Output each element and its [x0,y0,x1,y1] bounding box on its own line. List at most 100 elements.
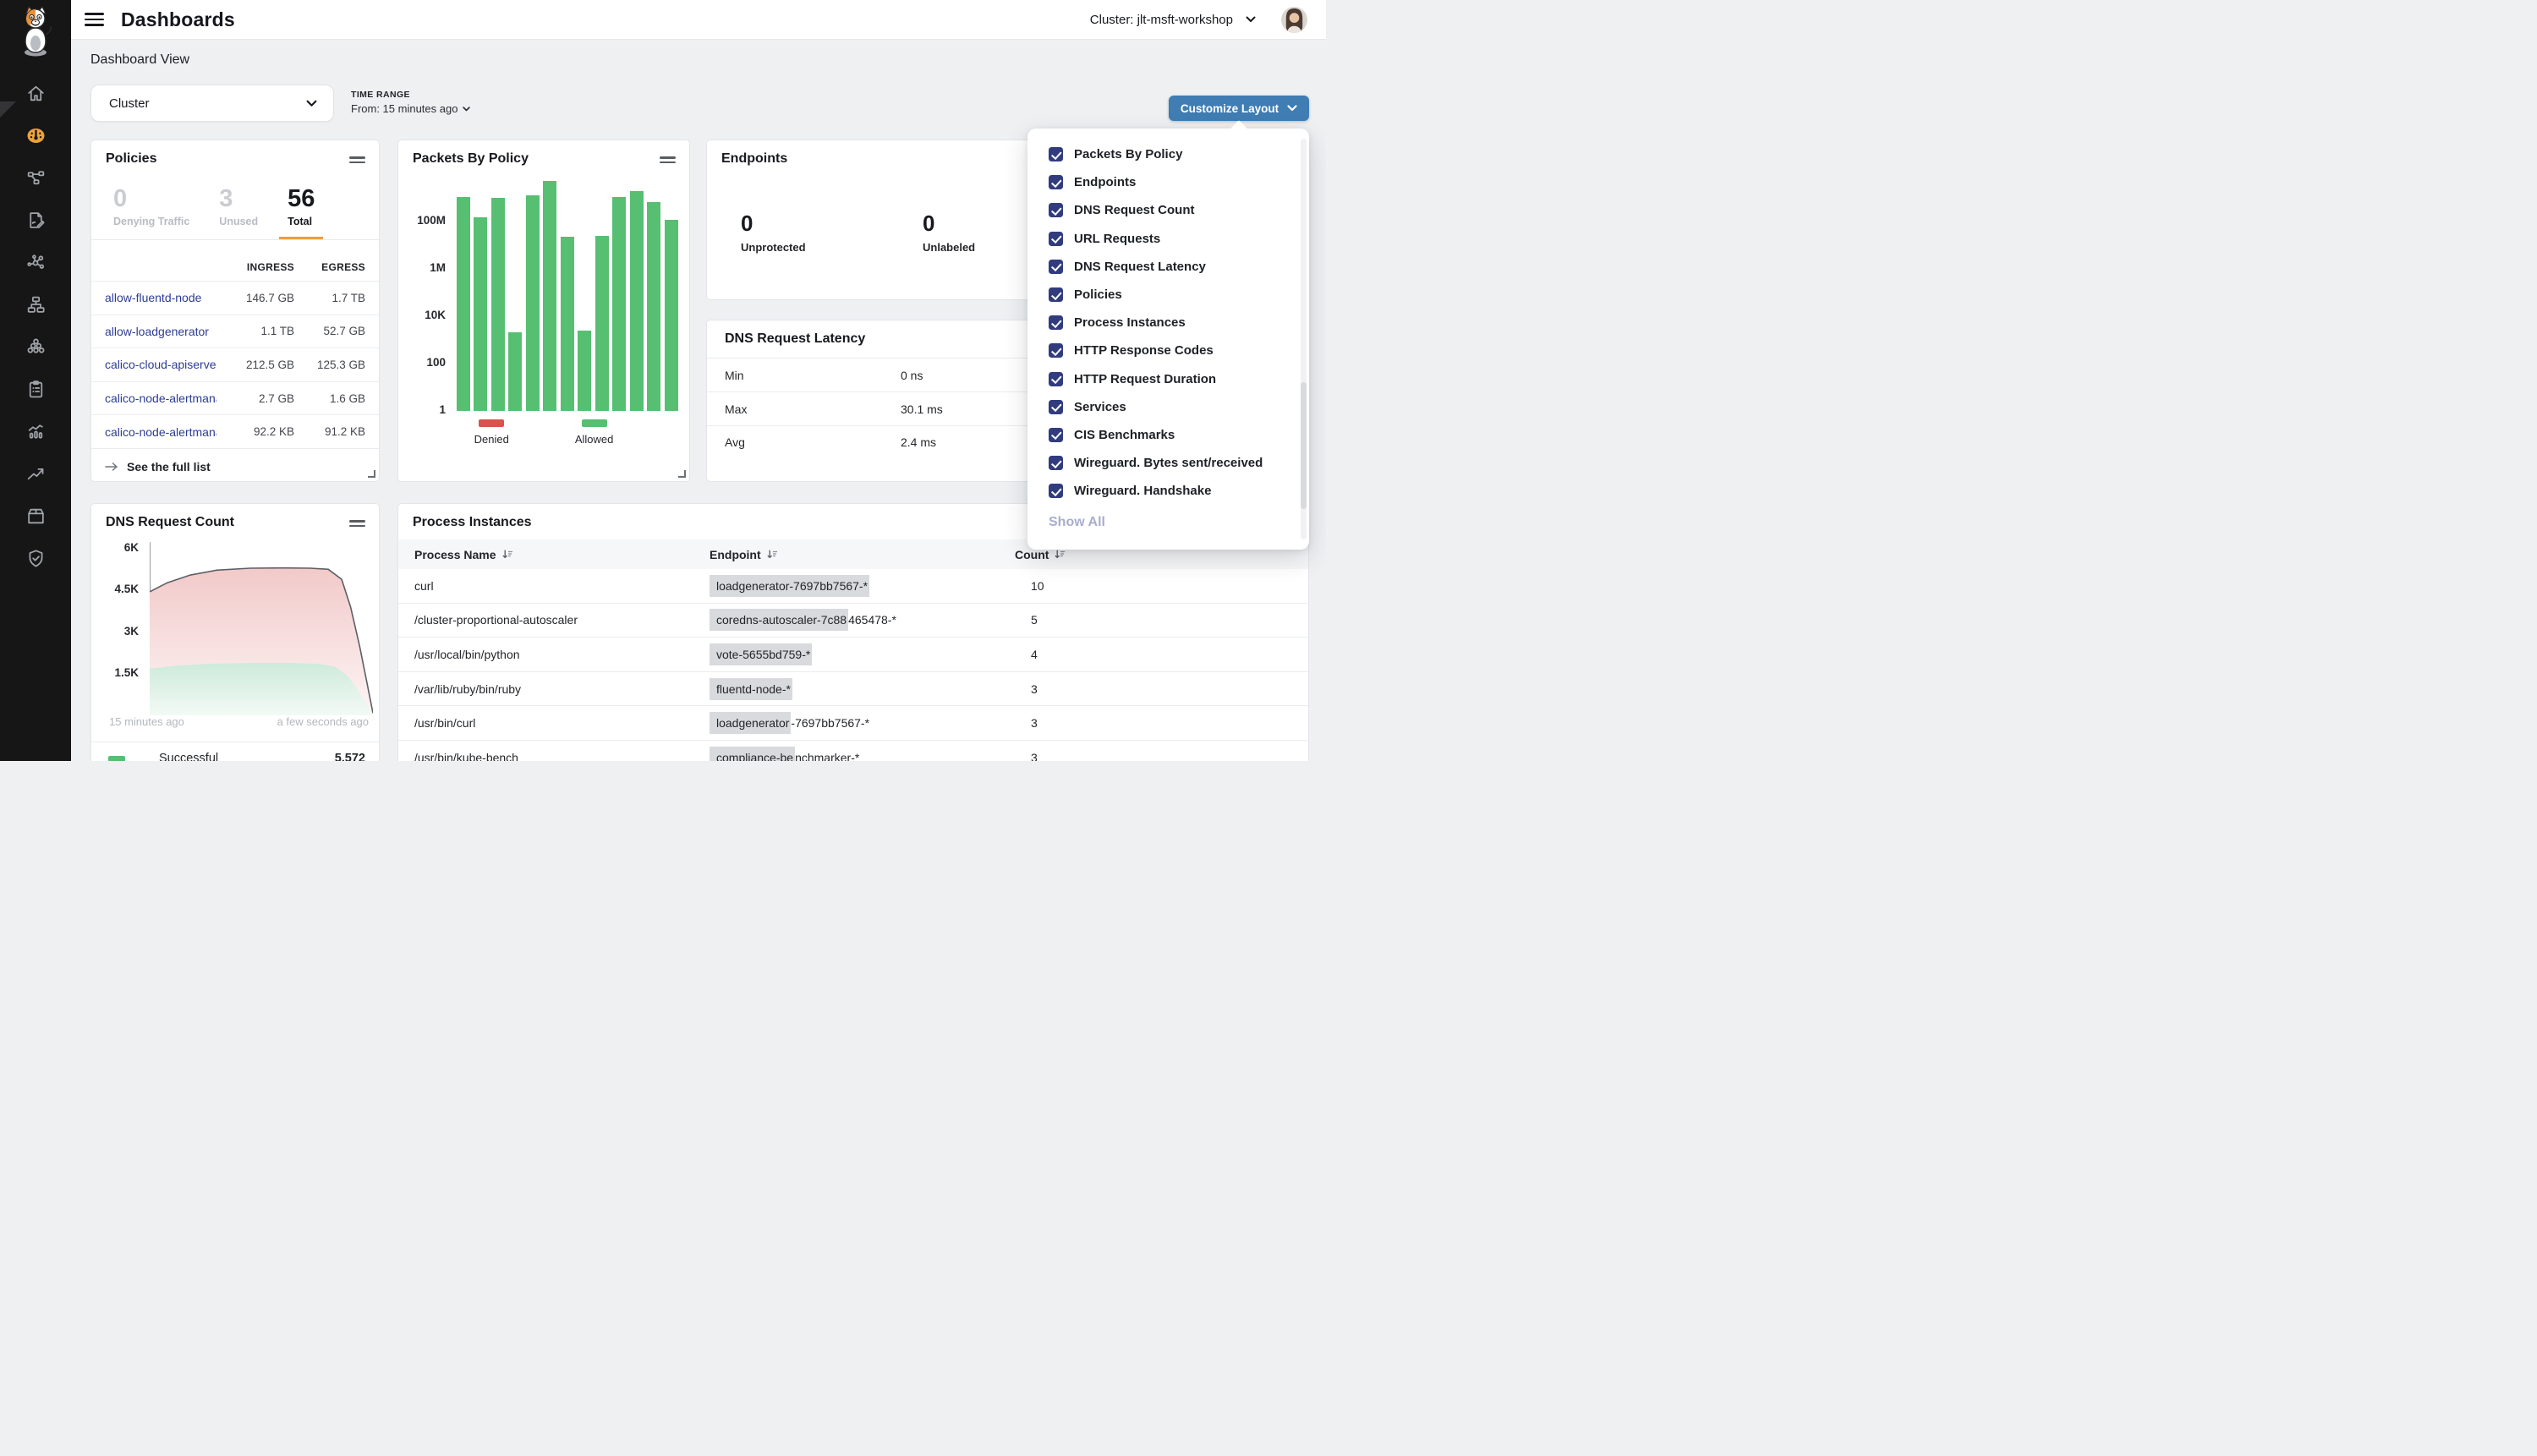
policy-name-link[interactable]: allow-loadgenerator [105,325,216,338]
bar-allowed[interactable] [595,236,609,411]
policies-stat-tab-total[interactable]: 56Total [279,186,323,239]
menu-item-process-instances[interactable]: Process Instances [1027,309,1309,337]
sidebar-item-service-graph[interactable] [0,241,71,283]
menu-item-policies[interactable]: Policies [1027,281,1309,309]
endpoint-highlight: coredns-autoscaler-7c88 [710,609,848,631]
checkbox-checked-icon[interactable] [1049,400,1063,414]
column-header-endpoint[interactable]: Endpoint [705,548,1012,561]
sidebar-item-security[interactable] [0,537,71,579]
bar-allowed[interactable] [647,202,660,411]
menu-item-wireguard-handshake[interactable]: Wireguard. Handshake [1027,477,1309,505]
menu-item-url-requests[interactable]: URL Requests [1027,225,1309,253]
dashboard-view-selector[interactable]: Cluster [90,85,334,122]
menu-item-label: HTTP Response Codes [1074,343,1214,358]
bar-allowed[interactable] [561,237,574,411]
checkbox-checked-icon[interactable] [1049,456,1063,470]
sidebar-item-home[interactable] [0,72,71,114]
endpoint-highlight: compliance-be [710,747,795,761]
sidebar-item-topology[interactable] [0,156,71,199]
legend-value: 5,572 [335,752,365,761]
menu-scrollbar-thumb[interactable] [1301,382,1307,509]
endpoint-rest: 465478-* [848,609,896,631]
bar-allowed[interactable] [457,197,470,411]
checkbox-checked-icon[interactable] [1049,175,1063,189]
menu-item-label: Packets By Policy [1074,147,1182,161]
user-avatar[interactable] [1281,7,1307,33]
menu-item-services[interactable]: Services [1027,393,1309,421]
sidebar-item-trends[interactable] [0,452,71,495]
checkbox-checked-icon[interactable] [1049,232,1063,246]
checkbox-checked-icon[interactable] [1049,372,1063,386]
home-icon [25,83,47,104]
trend-up-icon [25,463,47,484]
stat-label: Unlabeled [923,241,975,254]
policy-name-link[interactable]: allow-fluentd-node [105,291,216,304]
policies-stat-tab-unused[interactable]: 3Unused [211,186,266,239]
endpoint-cell: fluentd-node-* [705,678,1012,700]
time-range-selector[interactable]: From: 15 minutes ago [351,102,470,115]
gauge-icon [25,125,47,146]
policy-name-link[interactable]: calico-cloud-apiserver-… [105,358,216,371]
sidebar-item-images[interactable] [0,495,71,537]
stat-value: 3 [219,186,258,211]
menu-item-wireguard-bytes-sent-received[interactable]: Wireguard. Bytes sent/received [1027,449,1309,477]
checkbox-checked-icon[interactable] [1049,343,1063,358]
column-header-process-name[interactable]: Process Name [398,548,705,561]
count-value: 3 [1012,682,1038,696]
checkbox-checked-icon[interactable] [1049,484,1063,498]
bar-allowed[interactable] [630,191,644,411]
menu-item-http-response-codes[interactable]: HTTP Response Codes [1027,337,1309,364]
column-header-ingress[interactable]: INGRESS [216,261,294,273]
egress-value: 125.3 GB [294,359,365,371]
bar-allowed[interactable] [526,195,540,411]
checkbox-checked-icon[interactable] [1049,147,1063,161]
drag-handle-icon[interactable] [349,156,365,167]
bar-allowed[interactable] [474,217,487,411]
legend-swatch [582,419,607,427]
bar-allowed[interactable] [491,198,505,411]
stat-value: 0 [923,212,975,234]
page-title: Dashboards [121,8,235,31]
checkbox-checked-icon[interactable] [1049,315,1063,330]
bar-allowed[interactable] [578,331,591,411]
menu-item-dns-request-count[interactable]: DNS Request Count [1027,196,1309,224]
menu-toggle-button[interactable] [85,13,104,26]
policy-name-link[interactable]: calico-node-alertmana… [105,425,216,439]
menu-item-endpoints[interactable]: Endpoints [1027,168,1309,196]
sidebar-item-compliance[interactable] [0,368,71,410]
menu-item-cis-benchmarks[interactable]: CIS Benchmarks [1027,421,1309,449]
sidebar-item-policies[interactable] [0,199,71,241]
bar-allowed[interactable] [508,332,522,411]
menu-item-packets-by-policy[interactable]: Packets By Policy [1027,140,1309,168]
menu-item-label: Wireguard. Bytes sent/received [1074,456,1263,470]
time-range-value: From: 15 minutes ago [351,102,458,115]
customize-layout-button[interactable]: Customize Layout [1169,96,1309,121]
checkbox-checked-icon[interactable] [1049,287,1063,302]
checkbox-checked-icon[interactable] [1049,260,1063,274]
menu-item-http-request-duration[interactable]: HTTP Request Duration [1027,365,1309,393]
chevron-down-icon [306,100,317,107]
drag-handle-icon[interactable] [660,156,676,167]
resize-handle-icon[interactable] [678,470,686,478]
sidebar-item-statistics[interactable] [0,410,71,452]
ingress-value: 146.7 GB [216,292,294,304]
bar-allowed[interactable] [543,181,556,412]
bar-allowed[interactable] [612,197,626,411]
policies-stat-tab-denying-traffic[interactable]: 0Denying Traffic [105,186,198,239]
sidebar-item-dashboards[interactable] [0,114,71,156]
column-header-egress[interactable]: EGRESS [294,261,365,273]
show-all-link[interactable]: Show All [1049,515,1309,530]
x-axis-label-start: 15 minutes ago [109,715,184,728]
bar-allowed[interactable] [665,220,678,411]
cluster-selector[interactable]: Cluster: jlt-msft-workshop [1090,13,1256,27]
resize-handle-icon[interactable] [368,470,375,478]
sidebar-item-workloads[interactable] [0,326,71,368]
checkbox-checked-icon[interactable] [1049,428,1063,442]
see-full-list-link[interactable]: See the full list [91,448,379,484]
package-box-icon [25,506,47,527]
policy-name-link[interactable]: calico-node-alertmana… [105,391,216,405]
calico-cat-logo[interactable] [0,5,71,59]
sidebar-item-network[interactable] [0,283,71,326]
menu-item-dns-request-latency[interactable]: DNS Request Latency [1027,253,1309,281]
checkbox-checked-icon[interactable] [1049,203,1063,217]
